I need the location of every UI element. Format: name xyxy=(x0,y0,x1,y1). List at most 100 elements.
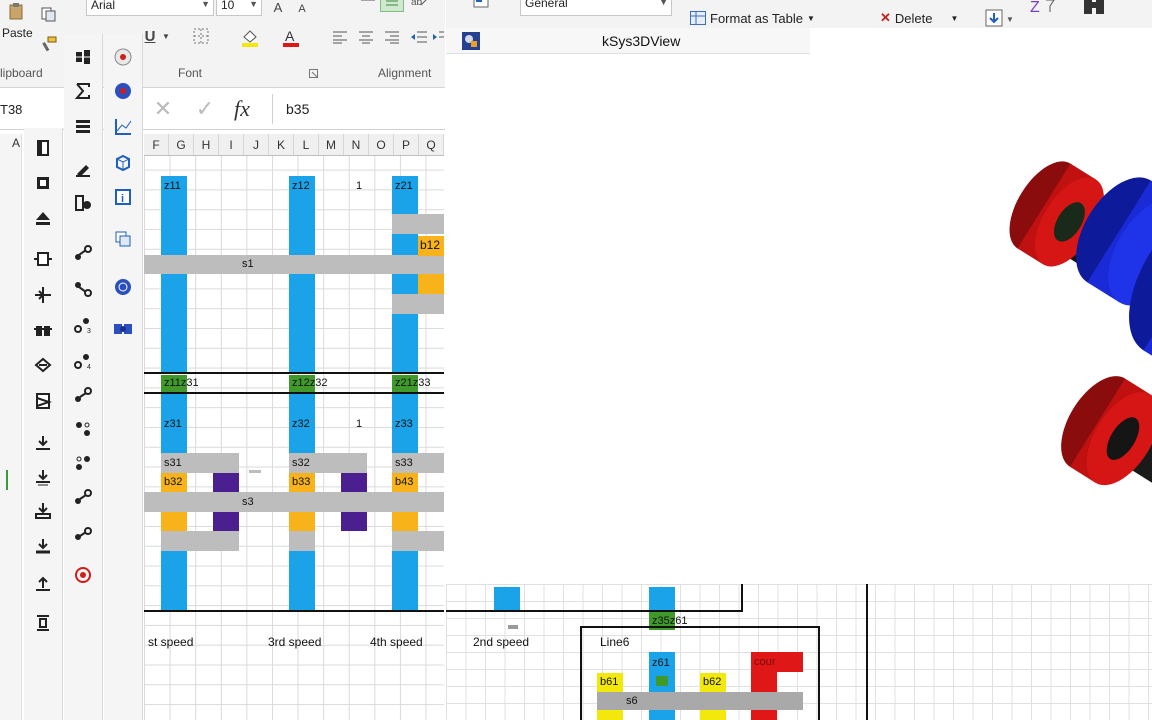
label-second-speed[interactable]: 2nd speed xyxy=(471,633,529,652)
align-center-icon[interactable] xyxy=(356,28,376,46)
cell-b32[interactable]: b32 xyxy=(162,473,182,492)
link-icon[interactable] xyxy=(64,238,102,268)
gear-pair-icon[interactable] xyxy=(64,42,102,72)
window-title-bar[interactable]: kSys3DView xyxy=(446,28,810,54)
pencil-icon[interactable] xyxy=(64,154,102,184)
gear-assembly-3d-render[interactable] xyxy=(446,54,1152,584)
column-header[interactable]: O xyxy=(369,134,394,155)
fill-color-icon[interactable] xyxy=(238,26,262,48)
chevron-down-icon[interactable]: ▼ xyxy=(160,30,172,42)
column-header[interactable]: L xyxy=(294,134,319,155)
fx-icon[interactable]: fx xyxy=(234,96,262,124)
align-middle-icon[interactable] xyxy=(380,0,404,12)
column-header[interactable]: I xyxy=(219,134,244,155)
increase-indent-icon[interactable] xyxy=(432,28,444,46)
cell-s6[interactable]: s6 xyxy=(624,692,638,710)
cell-s1[interactable]: s1 xyxy=(240,255,254,274)
cell-s31[interactable]: s31 xyxy=(162,454,182,473)
paste-label[interactable]: Paste xyxy=(2,26,33,40)
link-5-icon[interactable] xyxy=(64,380,102,410)
font-color-icon[interactable]: A xyxy=(280,26,302,48)
spring-icon[interactable] xyxy=(24,386,62,416)
link-4-icon[interactable]: 4 xyxy=(64,346,102,376)
delete-button[interactable]: ✕ Delete ▼ xyxy=(880,8,970,28)
column-header[interactable]: J xyxy=(244,134,269,155)
stop-target-icon[interactable] xyxy=(64,560,102,590)
housing-icon[interactable] xyxy=(24,168,62,198)
column-header[interactable]: F xyxy=(144,134,169,155)
cell-b12[interactable]: b12 xyxy=(418,236,440,255)
align-top-icon[interactable] xyxy=(360,0,376,6)
fill-down-icon[interactable]: ▼ xyxy=(984,8,1014,28)
link-3-icon[interactable]: 3 xyxy=(64,310,102,340)
number-format-combo[interactable]: General ▼ xyxy=(520,0,672,16)
check-icon[interactable]: ✓ xyxy=(192,96,218,124)
cell-z31[interactable]: z31 xyxy=(162,415,182,434)
column-header[interactable]: G xyxy=(169,134,194,155)
cell-b33[interactable]: b33 xyxy=(290,473,310,492)
label-first-speed[interactable]: st speed xyxy=(146,633,193,652)
chart-axes-icon[interactable] xyxy=(104,112,142,142)
copy-window-icon[interactable] xyxy=(104,224,142,254)
column-header[interactable]: N xyxy=(344,134,369,155)
paste-icon[interactable] xyxy=(2,2,32,22)
column-header[interactable]: H xyxy=(194,134,219,155)
font-name-combo[interactable]: Arial ▼ xyxy=(86,0,214,16)
sphere-icon[interactable] xyxy=(104,42,142,72)
find-select-icon[interactable] xyxy=(1080,0,1110,18)
cell-z11[interactable]: z11 xyxy=(162,177,181,196)
link-7-icon[interactable] xyxy=(64,448,102,478)
cell-z12[interactable]: z12 xyxy=(290,177,310,196)
cell-z11z31[interactable]: z11z31 xyxy=(162,375,199,392)
link-8-icon[interactable] xyxy=(64,482,102,512)
brake-icon[interactable] xyxy=(24,350,62,380)
ground-down-3-icon[interactable] xyxy=(24,496,62,526)
network-icon[interactable] xyxy=(104,314,142,344)
cell-s33[interactable]: s33 xyxy=(393,454,413,473)
link-6-icon[interactable] xyxy=(64,414,102,444)
orientation-icon[interactable]: ab xyxy=(408,0,430,8)
globe-icon[interactable] xyxy=(104,272,142,302)
cell-b61[interactable]: b61 xyxy=(598,673,618,692)
ground-down-icon[interactable] xyxy=(24,428,62,458)
ksys-3d-view-window[interactable]: kSys3DView xyxy=(446,28,1152,584)
cell-z21[interactable]: z21 xyxy=(393,177,413,196)
link-2-icon[interactable] xyxy=(64,274,102,304)
cell-s3[interactable]: s3 xyxy=(240,493,254,512)
cell-b43[interactable]: b43 xyxy=(393,473,413,492)
column-header[interactable]: K xyxy=(269,134,294,155)
cross-joint-icon[interactable] xyxy=(24,280,62,310)
cube-icon[interactable] xyxy=(104,148,142,178)
cell-z61[interactable]: z61 xyxy=(650,654,670,673)
ground-up-icon[interactable] xyxy=(24,568,62,598)
sigma-icon[interactable] xyxy=(64,76,102,106)
cell-one[interactable]: 1 xyxy=(354,415,362,434)
name-box[interactable]: T38 xyxy=(0,98,60,122)
column-header[interactable]: P xyxy=(394,134,419,155)
decrease-indent-icon[interactable] xyxy=(408,28,430,46)
bearing-icon[interactable] xyxy=(24,133,62,163)
underline-button[interactable]: U xyxy=(142,26,158,46)
cell-cour[interactable]: cour xyxy=(752,653,775,672)
dialog-launcher-icon[interactable] xyxy=(308,68,318,78)
cell-one[interactable]: 1 xyxy=(354,177,362,196)
cell-s32[interactable]: s32 xyxy=(290,454,310,473)
shrink-font-icon[interactable]: A xyxy=(294,0,310,18)
conditional-format-icon[interactable] xyxy=(472,0,492,10)
align-right-icon[interactable] xyxy=(382,28,402,46)
bracket-gear-icon[interactable] xyxy=(64,188,102,218)
link-9-icon[interactable] xyxy=(64,518,102,548)
copy-icon[interactable] xyxy=(36,4,62,24)
cell-z21z33[interactable]: z21z33 xyxy=(393,375,430,392)
label-fourth-speed[interactable]: 4th speed xyxy=(368,633,423,652)
ground-down-2-icon[interactable] xyxy=(24,462,62,492)
borders-icon[interactable] xyxy=(190,26,212,46)
format-painter-icon[interactable] xyxy=(36,34,62,54)
column-header[interactable]: M xyxy=(319,134,344,155)
cell-z12z32[interactable]: z12z32 xyxy=(290,375,327,392)
cancel-icon[interactable]: ✕ xyxy=(150,96,176,124)
damper-icon[interactable] xyxy=(24,608,62,638)
label-third-speed[interactable]: 3rd speed xyxy=(266,633,321,652)
view-eye-icon[interactable] xyxy=(104,76,142,106)
cell-b62[interactable]: b62 xyxy=(701,673,721,692)
